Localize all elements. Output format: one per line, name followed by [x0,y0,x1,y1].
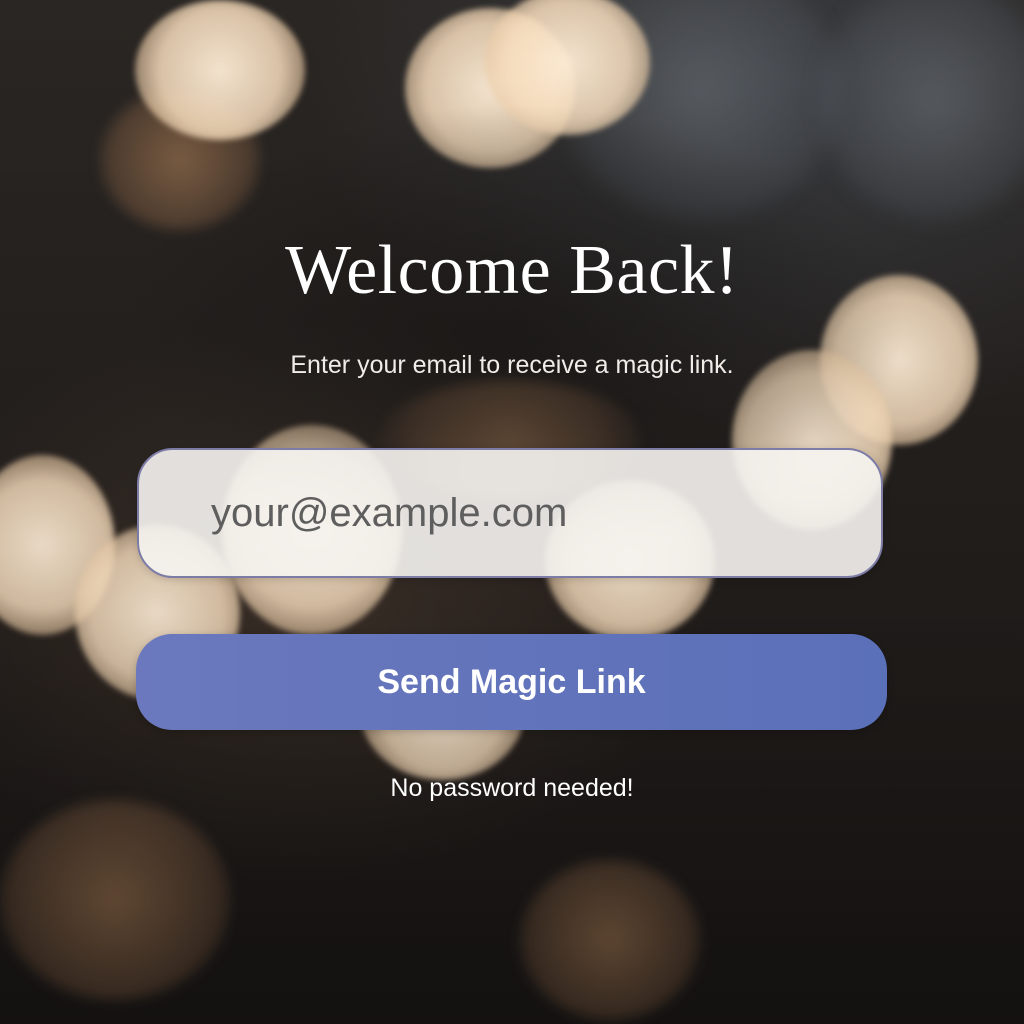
magic-link-login-form: Welcome Back! Enter your email to receiv… [0,0,1024,1024]
page-title: Welcome Back! [285,232,739,309]
no-password-hint: No password needed! [390,774,634,802]
email-field[interactable] [137,448,883,578]
email-input[interactable] [211,450,851,576]
send-magic-link-button[interactable]: Send Magic Link [136,634,887,730]
subtitle: Enter your email to receive a magic link… [290,351,734,379]
